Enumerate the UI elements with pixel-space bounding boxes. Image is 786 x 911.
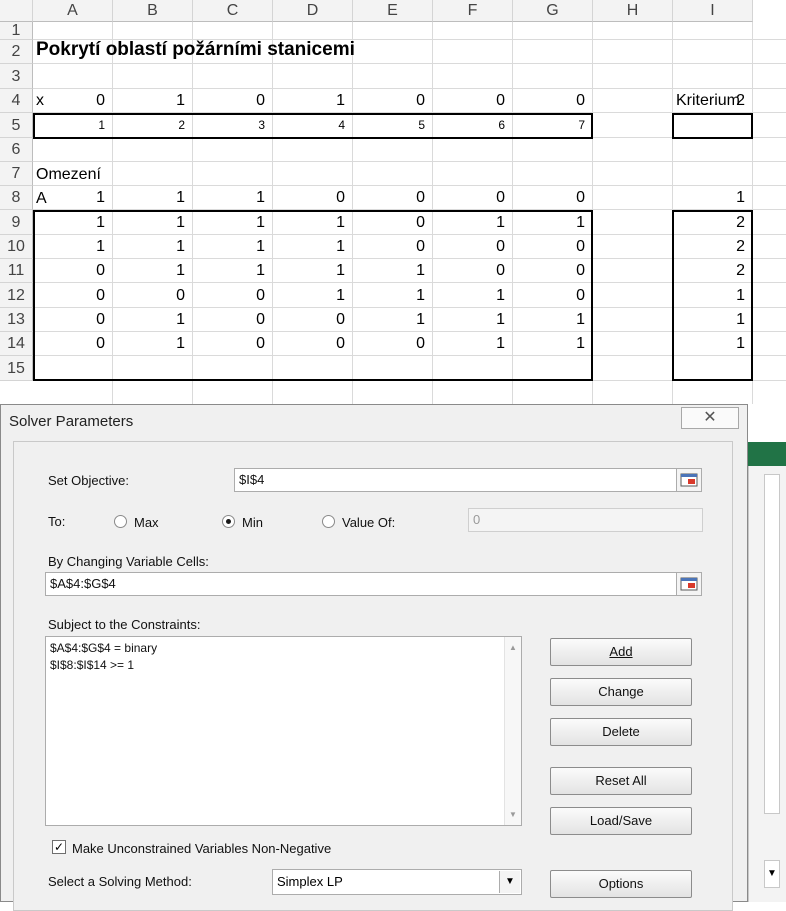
- dialog-title: Solver Parameters: [9, 413, 134, 430]
- objective-range-picker-button[interactable]: [676, 468, 702, 492]
- row-header-12[interactable]: 12: [0, 283, 33, 308]
- value-of-input[interactable]: 0: [468, 508, 703, 532]
- row-header-9[interactable]: 9: [0, 210, 33, 235]
- row-header-15[interactable]: 15: [0, 356, 33, 381]
- row-header-1[interactable]: 1: [0, 22, 33, 40]
- row-header-8[interactable]: 8: [0, 186, 33, 210]
- row-header-13[interactable]: 13: [0, 308, 33, 332]
- sheet-title: Pokrytí oblastí požárními stanicemi: [36, 39, 355, 60]
- matrix-cell[interactable]: 1: [115, 186, 185, 210]
- change-button[interactable]: Change: [550, 678, 692, 706]
- spreadsheet: ABCDEFGHI 1 2 3 4 5 6 7 8 9 10 11 12 13 14 15 Pokrytí …: [0, 0, 786, 410]
- check-icon: ✓: [53, 840, 65, 854]
- row-header-11[interactable]: 11: [0, 259, 33, 283]
- row-header-3[interactable]: 3: [0, 64, 33, 89]
- column-header-F[interactable]: F: [433, 0, 513, 22]
- chevron-down-icon[interactable]: ▼: [499, 871, 520, 893]
- method-label: Select a Solving Method:: [48, 874, 192, 889]
- column-header-I[interactable]: I: [673, 0, 753, 22]
- add-button[interactable]: Add: [550, 638, 692, 666]
- nonneg-checkbox[interactable]: ✓: [52, 840, 66, 854]
- nonneg-label: Make Unconstrained Variables Non-Negativ…: [72, 841, 332, 856]
- options-button[interactable]: Options: [550, 870, 692, 898]
- background-window: ▼: [748, 404, 786, 902]
- row-header-7[interactable]: 7: [0, 162, 33, 186]
- constraints-label: Subject to the Constraints:: [48, 617, 201, 632]
- range-picker-icon: [680, 473, 698, 487]
- constraint-item[interactable]: $I$8:$I$14 >= 1: [50, 658, 134, 672]
- row-header-4[interactable]: 4: [0, 89, 33, 113]
- close-button[interactable]: ✕: [681, 407, 739, 429]
- criterion-border: [672, 113, 753, 139]
- gridline: [33, 161, 786, 162]
- matrix-border: [33, 210, 593, 381]
- changing-cells-range-picker-button[interactable]: [676, 572, 702, 596]
- solving-method-select[interactable]: Simplex LP ▼: [272, 869, 522, 895]
- coverage-cell[interactable]: 1: [675, 186, 745, 210]
- min-radio[interactable]: [222, 515, 235, 528]
- background-green-bar: [748, 442, 786, 466]
- row-header-2[interactable]: 2: [0, 40, 33, 64]
- matrix-cell[interactable]: 0: [355, 186, 425, 210]
- row-header-14[interactable]: 14: [0, 332, 33, 356]
- column-header-B[interactable]: B: [113, 0, 193, 22]
- load-save-button[interactable]: Load/Save: [550, 807, 692, 835]
- x-value-cell[interactable]: 0: [515, 89, 585, 113]
- column-header-D[interactable]: D: [273, 0, 353, 22]
- omezeni-label: Omezení: [36, 166, 101, 183]
- select-all-corner[interactable]: [0, 0, 33, 22]
- column-header-G[interactable]: G: [513, 0, 593, 22]
- changing-cells-label: By Changing Variable Cells:: [48, 554, 209, 569]
- background-scrollbar[interactable]: [764, 474, 780, 814]
- criterion-cell[interactable]: 2: [675, 89, 745, 113]
- column-header-H[interactable]: H: [593, 0, 673, 22]
- close-icon: ✕: [703, 409, 717, 426]
- max-label: Max: [134, 515, 159, 530]
- range-picker-icon: [680, 577, 698, 591]
- x-value-cell[interactable]: 1: [275, 89, 345, 113]
- column-header-C[interactable]: C: [193, 0, 273, 22]
- max-radio[interactable]: [114, 515, 127, 528]
- matrix-cell[interactable]: 0: [515, 186, 585, 210]
- scroll-down-icon[interactable]: ▼: [509, 810, 517, 819]
- matrix-cell[interactable]: 1: [35, 186, 105, 210]
- column-header-E[interactable]: E: [353, 0, 433, 22]
- x-value-cell[interactable]: 0: [435, 89, 505, 113]
- reset-all-button[interactable]: Reset All: [550, 767, 692, 795]
- background-dropdown-arrow-icon[interactable]: ▼: [764, 860, 780, 888]
- constraints-scrollbar[interactable]: ▲ ▼: [504, 637, 521, 825]
- x-value-cell[interactable]: 1: [115, 89, 185, 113]
- to-label: To:: [48, 514, 66, 529]
- column-header-A[interactable]: A: [33, 0, 113, 22]
- delete-button[interactable]: Delete: [550, 718, 692, 746]
- x-vector-border: [33, 113, 593, 139]
- changing-cells-input[interactable]: $A$4:$G$4: [45, 572, 677, 596]
- value-of-radio[interactable]: [322, 515, 335, 528]
- matrix-cell[interactable]: 0: [435, 186, 505, 210]
- x-value-cell[interactable]: 0: [355, 89, 425, 113]
- set-objective-label: Set Objective:: [48, 473, 129, 488]
- constraints-list[interactable]: $A$4:$G$4 = binary $I$8:$I$14 >= 1 ▲ ▼: [45, 636, 522, 826]
- constraint-item[interactable]: $A$4:$G$4 = binary: [50, 641, 157, 655]
- min-label: Min: [242, 515, 263, 530]
- scroll-up-icon[interactable]: ▲: [509, 643, 517, 652]
- row-header-6[interactable]: 6: [0, 138, 33, 162]
- objective-input[interactable]: $I$4: [234, 468, 677, 492]
- value-of-label: Value Of:: [342, 515, 396, 530]
- coverage-border: [672, 210, 753, 381]
- matrix-cell[interactable]: 1: [195, 186, 265, 210]
- row-header-10[interactable]: 10: [0, 235, 33, 259]
- row-header-5[interactable]: 5: [0, 113, 33, 138]
- x-value-cell[interactable]: 0: [35, 89, 105, 113]
- x-value-cell[interactable]: 0: [195, 89, 265, 113]
- gridline: [33, 63, 786, 64]
- matrix-cell[interactable]: 0: [275, 186, 345, 210]
